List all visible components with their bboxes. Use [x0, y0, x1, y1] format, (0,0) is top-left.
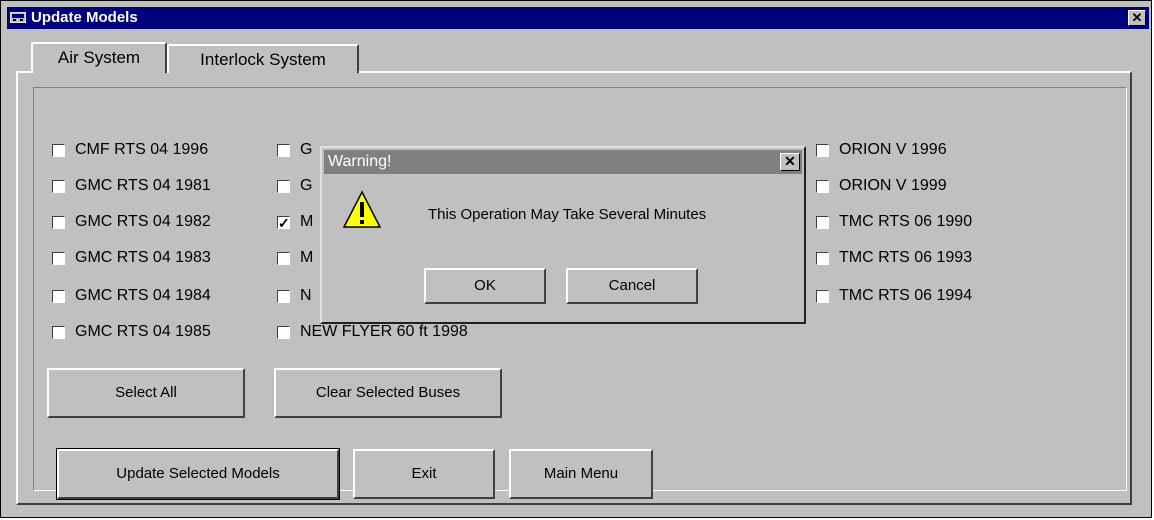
- checkbox-box[interactable]: [816, 216, 829, 229]
- checkbox-label: M: [300, 213, 314, 230]
- checkbox-label: TMC RTS 06 1994: [839, 287, 973, 304]
- checkbox-label: GMC RTS 04 1984: [75, 287, 211, 304]
- tab-interlock-system-label: Interlock System: [200, 50, 326, 69]
- main-menu-label: Main Menu: [543, 465, 619, 482]
- checkbox-box[interactable]: [277, 180, 290, 193]
- checkbox-box[interactable]: [816, 290, 829, 303]
- checkbox-label: N: [300, 287, 312, 304]
- select-all-label: Select All: [115, 384, 177, 401]
- checkbox-label: ORION V 1996: [839, 141, 947, 158]
- checkbox-label: ORION V 1999: [839, 177, 947, 194]
- close-icon[interactable]: ✕: [1128, 10, 1146, 26]
- tab-air-system-label: Air System: [57, 48, 141, 67]
- dialog-title-bar[interactable]: Warning! ✕: [324, 150, 802, 174]
- dialog-close-icon[interactable]: ✕: [780, 153, 800, 171]
- warning-icon: [342, 190, 382, 228]
- checkbox-box[interactable]: [277, 252, 290, 265]
- checkbox-box[interactable]: [277, 144, 290, 157]
- checkbox-label: GMC RTS 04 1982: [75, 213, 211, 230]
- title-bar[interactable]: Update Models ✕: [7, 7, 1149, 29]
- main-menu-button[interactable]: Main Menu: [509, 449, 653, 499]
- checkbox-label: TMC RTS 06 1993: [839, 249, 973, 266]
- tab-air-system[interactable]: Air System: [31, 42, 167, 73]
- checkbox-label: NEW FLYER 60 ft 1998: [300, 323, 468, 340]
- checkbox-box[interactable]: [52, 144, 65, 157]
- checkbox-label: G: [300, 177, 313, 194]
- checkbox-box[interactable]: [52, 216, 65, 229]
- checkbox-box[interactable]: [52, 252, 65, 265]
- checkbox-label: CMF RTS 04 1996: [75, 141, 209, 158]
- checkbox-box[interactable]: ✓: [277, 216, 290, 229]
- window-title: Update Models: [31, 9, 138, 26]
- exit-button[interactable]: Exit: [353, 449, 495, 499]
- checkbox-label: GMC RTS 04 1981: [75, 177, 211, 194]
- checkbox-label: G: [300, 141, 313, 158]
- checkbox-label: GMC RTS 04 1985: [75, 323, 211, 340]
- checkbox-label: TMC RTS 06 1990: [839, 213, 973, 230]
- checkbox-box[interactable]: [52, 326, 65, 339]
- tab-interlock-system[interactable]: Interlock System: [167, 44, 359, 73]
- checkbox-box[interactable]: [816, 144, 829, 157]
- clear-selected-label: Clear Selected Buses: [315, 384, 461, 401]
- dialog-title: Warning!: [328, 153, 392, 170]
- checkbox-label: GMC RTS 04 1983: [75, 249, 211, 266]
- app-window-icon: [10, 12, 26, 23]
- checkbox-box[interactable]: [816, 180, 829, 193]
- checkbox-label: M: [300, 249, 314, 266]
- checkbox-box[interactable]: [52, 290, 65, 303]
- exit-label: Exit: [411, 465, 437, 482]
- clear-selected-buses-button[interactable]: Clear Selected Buses: [274, 368, 502, 418]
- checkbox-box[interactable]: [277, 290, 290, 303]
- update-selected-label: Update Selected Models: [116, 465, 280, 482]
- update-selected-models-button[interactable]: Update Selected Models: [56, 448, 340, 500]
- ok-label: OK: [474, 277, 496, 294]
- select-all-button[interactable]: Select All: [47, 368, 245, 418]
- ok-button[interactable]: OK: [424, 268, 546, 304]
- cancel-button[interactable]: Cancel: [566, 268, 698, 304]
- warning-dialog: Warning! ✕ This Operation May Take Sever…: [320, 146, 806, 324]
- dialog-message: This Operation May Take Several Minutes: [428, 206, 707, 223]
- checkbox-box[interactable]: [816, 252, 829, 265]
- checkbox-box[interactable]: [277, 326, 290, 339]
- cancel-label: Cancel: [608, 277, 656, 294]
- checkbox-box[interactable]: [52, 180, 65, 193]
